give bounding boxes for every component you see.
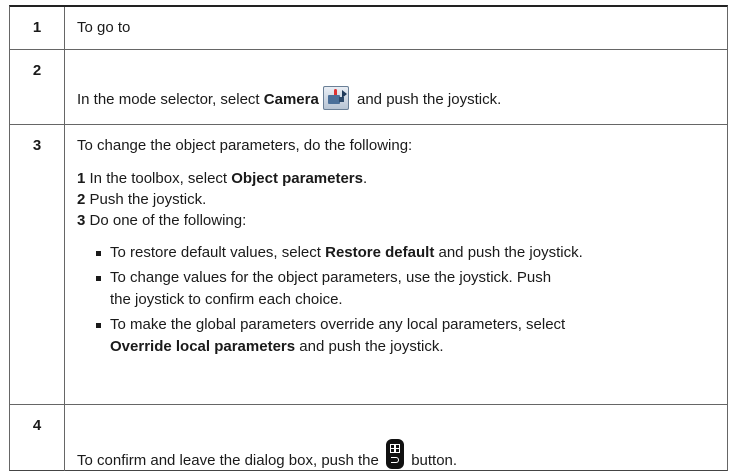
camera-label: Camera [263, 91, 319, 108]
table-row: 2 In the mode selector, select Camera an… [10, 50, 727, 125]
bullet-text: To restore default values, select Restor… [110, 244, 583, 261]
row-content: To confirm and leave the dialog box, pus… [65, 405, 727, 471]
row-text: In the mode selector, select Camera and … [77, 86, 501, 110]
text-segment: Push the joystick. [85, 191, 207, 208]
restore-default-label: Restore default [325, 244, 435, 261]
bullet-text: Override local parameters and push the j… [110, 338, 444, 355]
text-segment: In the toolbox, select [85, 170, 232, 187]
step-item: 3 Do one of the following: [77, 212, 246, 229]
row-number: 1 [10, 7, 65, 49]
bullet-marker [96, 323, 101, 328]
table-row: 1 To go to [10, 7, 727, 50]
row-intro: To change the object parameters, do the … [77, 137, 413, 154]
bullet-text: To change values for the object paramete… [110, 269, 552, 286]
override-local-parameters-label: Override local parameters [110, 338, 296, 355]
row-content: In the mode selector, select Camera and … [65, 50, 727, 124]
bullet-marker [96, 251, 101, 256]
text-segment: and push the joystick. [352, 91, 502, 108]
row-number: 3 [10, 125, 65, 404]
row-text: To confirm and leave the dialog box, pus… [77, 439, 457, 469]
text-segment: To restore default values, select [110, 244, 326, 261]
camera-mode-icon [322, 86, 349, 110]
row-number: 4 [10, 405, 65, 471]
bullet-marker [96, 276, 101, 281]
text-segment: and push the joystick. [295, 338, 444, 355]
row-content: To go to [65, 7, 727, 49]
table-row: 4 To confirm and leave the dialog box, p… [10, 405, 727, 471]
menu-back-button-icon [386, 439, 405, 469]
step-item: 2 Push the joystick. [77, 191, 206, 208]
text-segment: In the mode selector, select [77, 91, 264, 108]
row-text: To go to [77, 19, 131, 36]
text-segment: . [363, 170, 368, 187]
text-segment: To confirm and leave the dialog box, pus… [77, 452, 384, 469]
bullet-text: the joystick to confirm each choice. [110, 291, 343, 308]
row-content: To change the object parameters, do the … [65, 125, 727, 404]
step-item: 1 In the toolbox, select Object paramete… [77, 170, 367, 187]
text-segment: and push the joystick. [434, 244, 583, 261]
object-parameters-label: Object parameters [231, 170, 363, 187]
bullet-text: To make the global parameters override a… [110, 316, 566, 333]
row-number: 2 [10, 50, 65, 124]
text-segment: Do one of the following: [85, 212, 247, 229]
instruction-table: 1 To go to 2 In the mode selector, selec… [9, 5, 728, 471]
table-row: 3 To change the object parameters, do th… [10, 125, 727, 405]
text-segment: button. [407, 452, 458, 469]
